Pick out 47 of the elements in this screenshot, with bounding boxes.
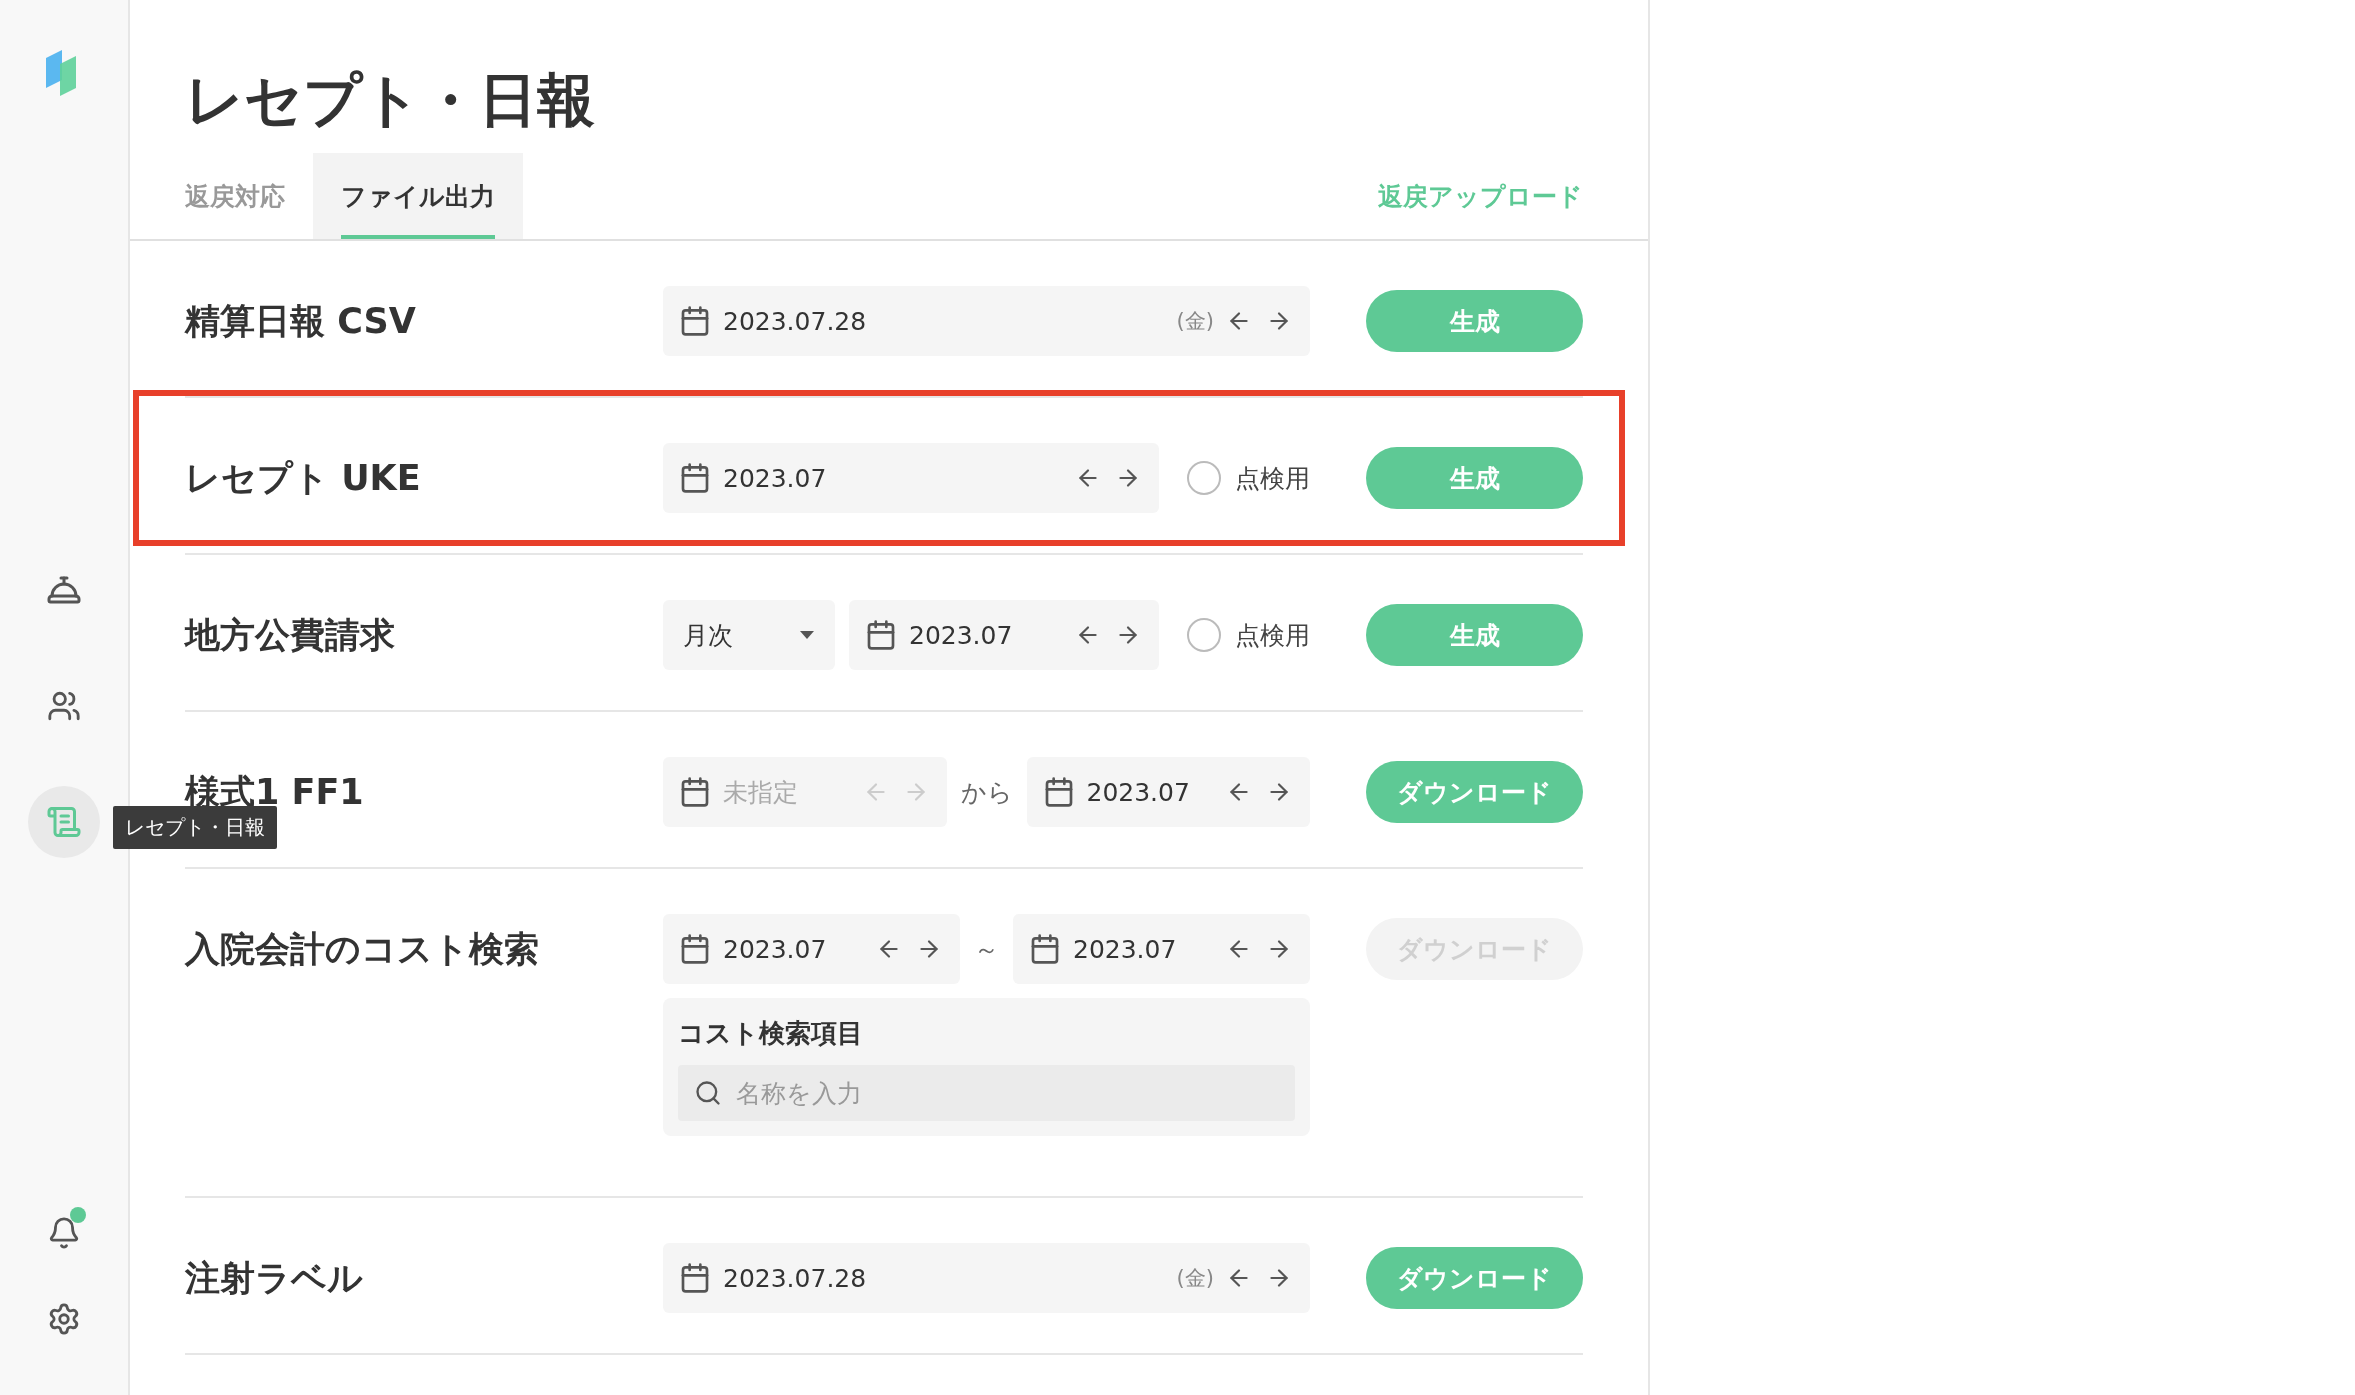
date-field[interactable]: 2023.07	[1026, 757, 1310, 827]
radio-label: 点検用	[1235, 462, 1310, 495]
people-icon	[47, 689, 81, 723]
caret-icon	[799, 630, 815, 640]
row-label: レセプト UKE	[185, 457, 422, 500]
date-field[interactable]: 2023.07	[663, 443, 1159, 513]
date-field[interactable]: 2023.07	[849, 600, 1159, 670]
search-icon	[694, 1079, 722, 1107]
weekday-label: (金)	[1176, 1265, 1214, 1292]
radio-label: 点検用	[1235, 619, 1310, 652]
search-field[interactable]: 名称を入力	[678, 1065, 1295, 1121]
calendar-icon	[679, 305, 711, 337]
radio-button[interactable]	[1187, 618, 1221, 652]
tooltip: レセプト・日報	[113, 806, 277, 849]
range-separator: から	[960, 776, 1013, 809]
calendar-icon	[1029, 933, 1061, 965]
calendar-icon	[679, 1262, 711, 1294]
weekday-label: (金)	[1176, 308, 1214, 335]
row-label: 精算日報 CSV	[185, 300, 417, 343]
date-value: 2023.07	[723, 934, 827, 964]
date-value: 2023.07.28	[723, 1263, 867, 1293]
row-label: 入院会計のコスト検索	[185, 928, 540, 971]
date-value: 2023.07.28	[723, 306, 867, 336]
period-select[interactable]: 月次	[663, 600, 835, 670]
receipt-icon	[46, 804, 82, 840]
date-value: 2023.07	[1073, 934, 1177, 964]
date-value: 2023.07	[1086, 777, 1190, 807]
page-title: レセプト・日報	[185, 65, 596, 136]
date-field[interactable]: 2023.07	[663, 914, 960, 984]
settings-icon	[47, 1302, 81, 1336]
calendar-icon	[679, 776, 711, 808]
panel-title: コスト検索項目	[678, 1017, 864, 1050]
calendar-icon	[865, 619, 897, 651]
tab[interactable]: ファイル出力	[313, 153, 523, 239]
date-value: 2023.07	[723, 463, 827, 493]
row-label: 地方公費請求	[185, 614, 396, 657]
date-field[interactable]: 2023.07.28 (金)	[663, 286, 1310, 356]
date-field[interactable]: 2023.07.28 (金)	[663, 1243, 1310, 1313]
notification-bell-icon	[47, 1216, 81, 1250]
date-placeholder: 未指定	[723, 776, 798, 809]
calendar-icon	[679, 462, 711, 494]
row-label: 注射ラベル	[185, 1257, 364, 1300]
radio-button[interactable]	[1187, 461, 1221, 495]
calendar-icon	[679, 933, 711, 965]
date-field[interactable]: 2023.07	[1013, 914, 1310, 984]
date-value: 2023.07	[909, 620, 1013, 650]
range-separator: ～	[974, 933, 999, 966]
